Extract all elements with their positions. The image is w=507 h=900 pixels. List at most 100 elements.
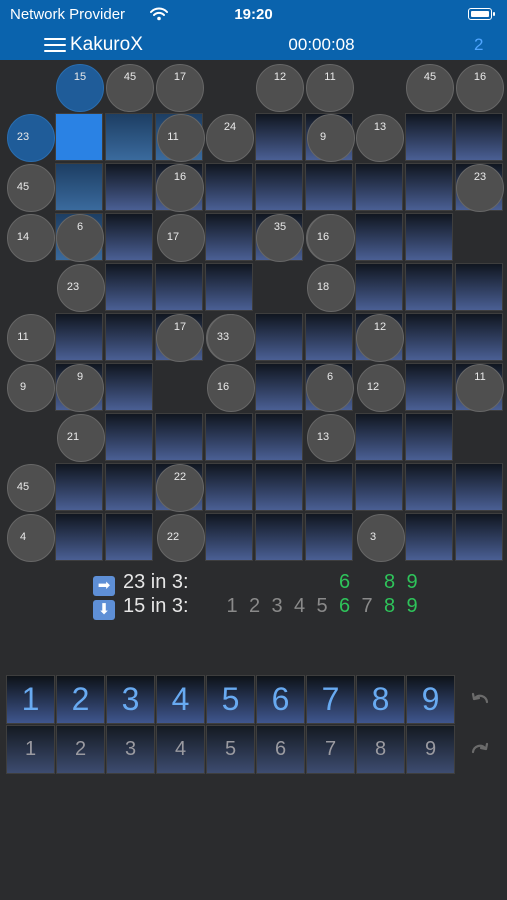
puzzle-cell[interactable]: [155, 413, 203, 461]
clue-background: [357, 514, 405, 562]
puzzle-cell[interactable]: [355, 313, 403, 361]
enter-digit-4-button[interactable]: 4: [156, 675, 205, 724]
puzzle-cell[interactable]: [255, 163, 303, 211]
puzzle-cell[interactable]: [205, 213, 253, 261]
puzzle-cell[interactable]: [455, 463, 503, 511]
puzzle-cell[interactable]: [155, 263, 203, 311]
enter-digit-8-button[interactable]: 8: [356, 675, 405, 724]
puzzle-cell[interactable]: [255, 313, 303, 361]
puzzle-cell[interactable]: [405, 113, 453, 161]
enter-digit-2-button[interactable]: 2: [56, 675, 105, 724]
pencil-digit-6-button[interactable]: 6: [256, 725, 305, 774]
puzzle-cell[interactable]: [255, 413, 303, 461]
puzzle-cell[interactable]: [55, 463, 103, 511]
hamburger-menu-icon[interactable]: [44, 36, 66, 54]
puzzle-cell[interactable]: [405, 263, 453, 311]
puzzle-cell[interactable]: [405, 413, 453, 461]
puzzle-cell[interactable]: [155, 113, 203, 161]
puzzle-cell[interactable]: [405, 463, 453, 511]
puzzle-cell[interactable]: [405, 513, 453, 561]
puzzle-cell[interactable]: [355, 463, 403, 511]
clue-background: [7, 164, 55, 212]
clue-background: [357, 364, 405, 412]
puzzle-cell[interactable]: [105, 463, 153, 511]
clue-background: [7, 114, 55, 162]
puzzle-cell[interactable]: [455, 263, 503, 311]
puzzle-cell[interactable]: [105, 263, 153, 311]
hint-count[interactable]: 2: [474, 35, 483, 55]
pencil-digit-2-button[interactable]: 2: [56, 725, 105, 774]
puzzle-cell[interactable]: [105, 363, 153, 411]
puzzle-cell[interactable]: [405, 213, 453, 261]
puzzle-cell[interactable]: [355, 263, 403, 311]
puzzle-cell[interactable]: [105, 213, 153, 261]
down-clue-number: 16: [473, 71, 487, 83]
enter-digit-5-button[interactable]: 5: [206, 675, 255, 724]
puzzle-cell[interactable]: [255, 363, 303, 411]
puzzle-cell[interactable]: [305, 513, 353, 561]
puzzle-cell[interactable]: [55, 513, 103, 561]
puzzle-cell[interactable]: [105, 313, 153, 361]
puzzle-cell[interactable]: [455, 313, 503, 361]
puzzle-cell[interactable]: [305, 163, 353, 211]
enter-digit-7-button[interactable]: 7: [306, 675, 355, 724]
undo-icon: [471, 692, 489, 704]
puzzle-cell[interactable]: [55, 363, 103, 411]
combo-label: 15 in 3:: [123, 595, 189, 617]
puzzle-cell[interactable]: [105, 163, 153, 211]
redo-button[interactable]: [466, 736, 494, 764]
clue-background: [57, 264, 105, 312]
pencil-digit-1-button[interactable]: 1: [6, 725, 55, 774]
puzzle-cell[interactable]: [105, 413, 153, 461]
enter-digit-9-button[interactable]: 9: [406, 675, 455, 724]
puzzle-cell[interactable]: [455, 113, 503, 161]
puzzle-cell[interactable]: [405, 313, 453, 361]
down-clue: 45: [406, 64, 454, 112]
puzzle-cell[interactable]: [455, 513, 503, 561]
puzzle-cell[interactable]: [105, 513, 153, 561]
puzzle-cell[interactable]: [105, 113, 153, 161]
clue-background: [206, 114, 254, 162]
down-clue-number: 11: [324, 71, 336, 83]
puzzle-cell[interactable]: [455, 163, 503, 211]
puzzle-cell[interactable]: [205, 263, 253, 311]
puzzle-cell[interactable]: [205, 463, 253, 511]
pencil-digit-8-button[interactable]: 8: [356, 725, 405, 774]
pencil-digit-7-button[interactable]: 7: [306, 725, 355, 774]
puzzle-cell[interactable]: [55, 113, 103, 161]
puzzle-cell[interactable]: [205, 163, 253, 211]
pencil-digit-5-button[interactable]: 5: [206, 725, 255, 774]
puzzle-cell[interactable]: [155, 463, 203, 511]
puzzle-cell[interactable]: [355, 413, 403, 461]
enter-digit-1-button[interactable]: 1: [6, 675, 55, 724]
across-clue: 33: [207, 314, 255, 362]
down-clue: 16: [456, 64, 504, 112]
pencil-digit-3-button[interactable]: 3: [106, 725, 155, 774]
puzzle-cell[interactable]: [305, 313, 353, 361]
puzzle-cell[interactable]: [405, 163, 453, 211]
puzzle-cell[interactable]: [455, 363, 503, 411]
puzzle-cell[interactable]: [355, 213, 403, 261]
puzzle-cell[interactable]: [255, 213, 303, 261]
puzzle-cell[interactable]: [205, 413, 253, 461]
puzzle-cell[interactable]: [55, 213, 103, 261]
puzzle-cell[interactable]: [405, 363, 453, 411]
puzzle-cell[interactable]: [305, 463, 353, 511]
enter-digit-6-button[interactable]: 6: [256, 675, 305, 724]
puzzle-cell[interactable]: [155, 313, 203, 361]
puzzle-cell[interactable]: [55, 163, 103, 211]
undo-button[interactable]: [466, 686, 494, 714]
puzzle-cell[interactable]: [305, 363, 353, 411]
puzzle-cell[interactable]: [55, 313, 103, 361]
puzzle-cell[interactable]: [255, 513, 303, 561]
puzzle-cell[interactable]: [255, 463, 303, 511]
pencil-digit-4-button[interactable]: 4: [156, 725, 205, 774]
puzzle-cell[interactable]: [255, 113, 303, 161]
combo-label: 23 in 3:: [123, 571, 189, 593]
puzzle-cell[interactable]: [205, 513, 253, 561]
puzzle-cell[interactable]: [355, 163, 403, 211]
puzzle-cell[interactable]: [305, 113, 353, 161]
puzzle-cell[interactable]: [155, 163, 203, 211]
enter-digit-3-button[interactable]: 3: [106, 675, 155, 724]
pencil-digit-9-button[interactable]: 9: [406, 725, 455, 774]
